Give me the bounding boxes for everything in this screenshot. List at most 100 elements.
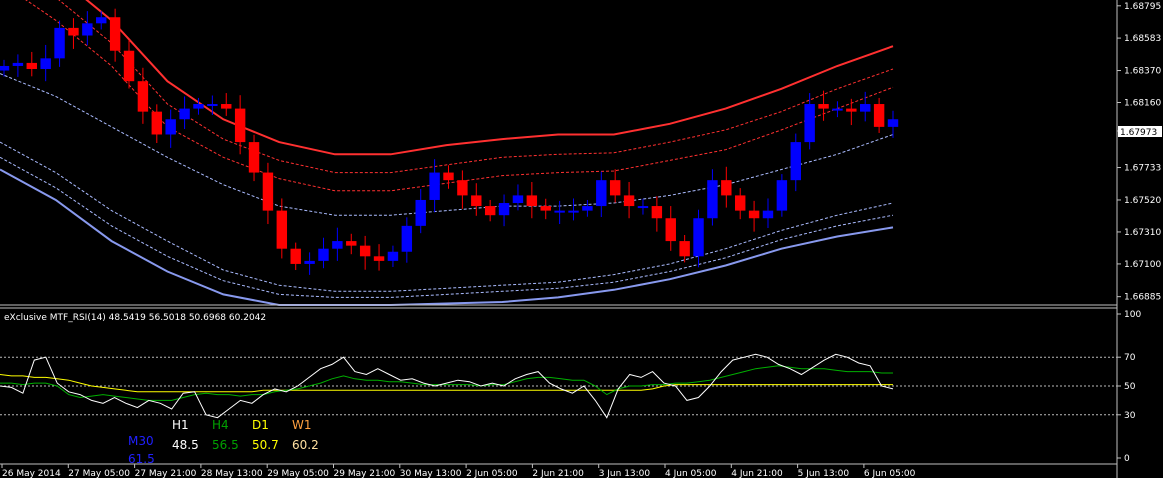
h4-value: 56.5	[212, 438, 239, 452]
candle-body	[568, 210, 579, 213]
candle-body	[96, 17, 107, 24]
candle-body	[707, 180, 718, 219]
candle-body	[123, 50, 135, 82]
candle-body	[443, 172, 454, 181]
candle-body	[221, 104, 232, 109]
candle-body	[12, 62, 24, 66]
candle-body	[54, 27, 65, 59]
candle-body	[651, 206, 663, 219]
candle-body	[762, 210, 774, 219]
rsi-tick-label: 70	[1124, 353, 1136, 363]
candle-body	[832, 108, 843, 111]
candle-body	[26, 62, 37, 70]
candle-body	[290, 248, 301, 264]
d1-value: 50.7	[252, 438, 279, 452]
rsi-indicator-title: eXclusive MTF_RSI(14) 48.5419 56.5018 50…	[4, 313, 266, 323]
m30-value: 61.5	[128, 452, 155, 466]
price-tick-label: 1.67310	[1124, 228, 1161, 238]
candle-body	[0, 65, 10, 71]
candle-body	[346, 241, 357, 246]
time-tick-label: 28 May 13:00	[201, 469, 263, 478]
candle-body	[234, 108, 246, 143]
price-tick-label: 1.68583	[1124, 34, 1161, 44]
candle-body	[82, 23, 93, 36]
candle-body	[623, 195, 635, 207]
candle-body	[873, 104, 885, 127]
time-tick-label: 27 May 05:00	[68, 469, 130, 478]
time-tick-label: 29 May 05:00	[267, 469, 329, 478]
candle-body	[40, 58, 51, 70]
d1-label: D1	[252, 418, 269, 432]
price-tick-label: 1.68795	[1124, 2, 1161, 12]
candle-body	[109, 17, 121, 51]
chart-background	[0, 0, 1163, 478]
h1-label: H1	[172, 418, 189, 432]
candle-body	[693, 218, 704, 257]
time-tick-label: 4 Jun 05:00	[665, 469, 717, 478]
candle-body	[748, 210, 760, 219]
candle-body	[179, 108, 190, 120]
rsi-tick-label: 0	[1124, 454, 1130, 464]
candle-body	[818, 104, 829, 109]
candle-body	[373, 256, 385, 261]
candle-body	[790, 142, 801, 181]
price-tick-label: 1.67733	[1124, 164, 1161, 174]
candle-body	[332, 241, 343, 249]
candle-body	[540, 206, 551, 211]
candle-body	[609, 180, 621, 196]
candle-body	[498, 203, 510, 216]
candle-body	[734, 195, 746, 211]
trading-chart[interactable]: 1.68795 1.68583 1.68370 1.68160 1.67973 1.677…	[0, 0, 1163, 478]
candle-body	[207, 104, 218, 107]
candle-body	[193, 104, 204, 109]
rsi-tick-label: 50	[1124, 382, 1136, 392]
candle-body	[415, 199, 426, 226]
candle-body	[359, 245, 371, 257]
price-tick-label: 1.66885	[1124, 293, 1161, 303]
price-tick-label: 1.68160	[1124, 99, 1161, 109]
candle-body	[846, 108, 857, 112]
time-tick-label: 3 Jun 13:00	[599, 469, 651, 478]
time-tick-label: 2 Jun 21:00	[532, 469, 584, 478]
time-tick-label: 2 Jun 05:00	[466, 469, 518, 478]
candle-body	[471, 195, 482, 207]
h1-value: 48.5	[172, 438, 199, 452]
candle-body	[804, 104, 815, 143]
candle-body	[484, 206, 496, 216]
w1-label: W1	[292, 418, 312, 432]
candle-body	[401, 225, 413, 252]
time-tick-label: 29 May 21:00	[334, 469, 396, 478]
candle-body	[776, 180, 788, 211]
candle	[776, 174, 788, 217]
candle-body	[304, 260, 315, 264]
m30-label: M30	[128, 434, 154, 448]
candle-body	[582, 206, 593, 211]
candle-body	[248, 142, 260, 173]
current-price-tag: 1.67973	[1118, 126, 1162, 138]
candle-body	[887, 119, 899, 127]
candle-body	[151, 111, 163, 135]
candle-body	[637, 206, 649, 209]
w1-value: 60.2	[292, 438, 319, 452]
rsi-tick-label: 100	[1124, 310, 1141, 320]
price-tick-label: 1.68370	[1124, 67, 1161, 77]
candle-body	[262, 172, 274, 211]
price-tick-label: 1.67520	[1124, 196, 1161, 206]
candle-body	[68, 27, 79, 36]
h4-label: H4	[212, 418, 229, 432]
candle-body	[387, 251, 399, 261]
time-tick-label: 30 May 13:00	[400, 469, 462, 478]
candle-body	[526, 195, 538, 207]
time-tick-label: 6 Jun 05:00	[864, 469, 916, 478]
time-tick-label: 26 May 2014	[2, 469, 61, 478]
price-tick-label: 1.67100	[1124, 260, 1161, 270]
candle-body	[137, 81, 149, 112]
candle-body	[457, 180, 468, 196]
candle-body	[554, 210, 565, 213]
candle-body	[276, 210, 288, 249]
candle-body	[512, 195, 524, 204]
candle-body	[860, 104, 871, 112]
current-price-value: 1.67973	[1120, 128, 1157, 138]
candle-body	[721, 180, 732, 196]
candle-body	[679, 241, 690, 257]
